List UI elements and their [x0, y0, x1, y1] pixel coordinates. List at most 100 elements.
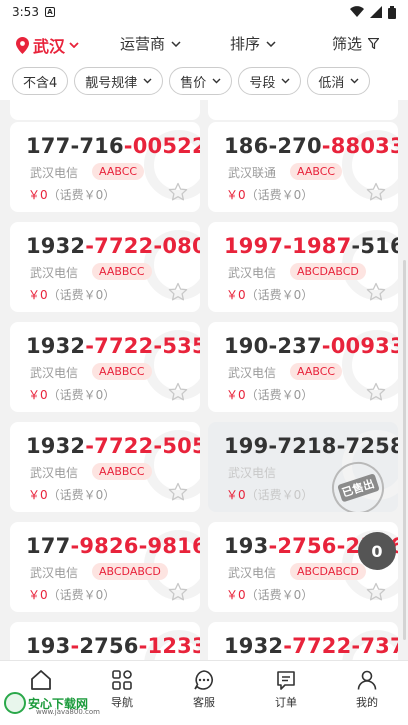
nav-label: 订单 [275, 696, 297, 709]
filter-menu[interactable]: 筛选 [332, 33, 380, 54]
carrier-label: 武汉电信 [30, 166, 79, 180]
carrier-menu[interactable]: 运营商 [120, 33, 181, 54]
favorite-star-icon[interactable] [168, 182, 188, 206]
number-card[interactable]: 177-716-00522 武汉电信 AABCC ￥0（话费￥0） [10, 122, 200, 212]
phone-number-part: 1932 [26, 234, 86, 258]
watermark-logo-icon [4, 692, 26, 714]
number-card[interactable]: 186-270-88033 武汉联通 AABCC ￥0（话费￥0） [208, 122, 398, 212]
chevron-down-icon [212, 78, 221, 84]
phone-number-part: 00933 [330, 334, 398, 358]
phone-number-part: 199-7218-7258 [224, 434, 398, 458]
nav-home[interactable] [11, 669, 71, 694]
city-name: 武汉 [33, 37, 66, 56]
nav-orders[interactable]: 订单 [256, 669, 316, 710]
phone-number: 1997-1987-516 [224, 234, 398, 258]
nav-profile[interactable]: 我的 [337, 669, 397, 710]
phone-number-part: 237 [277, 334, 322, 358]
chip-label: 不含4 [23, 75, 58, 91]
number-card[interactable]: 1932-7722-505 武汉电信 AABBCC ￥0（话费￥0） [10, 422, 200, 512]
number-card[interactable]: 193-2756-1233 [10, 622, 200, 660]
phone-number-part: 270 [277, 134, 322, 158]
notification-a-icon: A [44, 7, 55, 17]
favorite-star-icon[interactable] [366, 282, 386, 306]
number-card-sold[interactable]: 199-7218-7258 武汉电信 ￥0（话费￥0） 已售出 [208, 422, 398, 512]
status-time: 3:53 [12, 5, 39, 19]
nav-service[interactable]: 客服 [174, 669, 234, 710]
phone-number-part: 7722 [292, 634, 352, 658]
chip-no-four[interactable]: 不含4 [12, 67, 69, 95]
phone-number-part: - [138, 634, 148, 658]
phone-credit: （话费￥0） [47, 288, 116, 302]
number-card[interactable]: 177-9826-9816 武汉电信 ABCDABCD ￥0（话费￥0） [10, 522, 200, 612]
number-card[interactable]: 1932-7722-737 [208, 622, 398, 660]
user-icon [357, 670, 377, 690]
floating-action-button[interactable]: 0 [358, 532, 396, 570]
chip-label: 靓号规律 [85, 75, 138, 91]
price-value: ￥0 [28, 288, 48, 302]
nav-label: 我的 [356, 696, 378, 709]
phone-number-part: - [85, 234, 95, 258]
home-icon [31, 670, 51, 690]
favorite-star-icon[interactable] [168, 282, 188, 306]
favorite-star-icon[interactable] [168, 482, 188, 506]
phone-number-part: 1932 [26, 434, 86, 458]
chip-price[interactable]: 售价 [169, 67, 233, 95]
price-line: ￥0（话费￥0） [28, 386, 115, 403]
phone-credit: （话费￥0） [245, 388, 314, 402]
phone-number: 186-270-88033 [224, 134, 398, 158]
phone-number-part: - [351, 634, 361, 658]
phone-number-part: 7722 [94, 234, 154, 258]
price-line: ￥0（话费￥0） [226, 486, 313, 503]
top-filter-bar: 武汉 运营商 排序 筛选 [0, 24, 408, 62]
phone-number-part: 716 [79, 134, 124, 158]
price-line: ￥0（话费￥0） [226, 186, 313, 203]
phone-number-part: - [153, 334, 163, 358]
phone-number-part: 88033 [330, 134, 398, 158]
phone-number-part: - [336, 534, 346, 558]
phone-number-part: 177 [26, 134, 71, 158]
phone-number-part: - [153, 234, 163, 258]
funnel-icon [368, 38, 380, 49]
number-card[interactable]: 1997-1987-516 武汉电信 ABCDABCD ￥0（话费￥0） [208, 222, 398, 312]
carrier-label: 武汉电信 [228, 566, 277, 580]
chip-min-spend[interactable]: 低消 [307, 67, 371, 95]
carrier-label: 武汉电信 [30, 466, 79, 480]
favorite-star-icon[interactable] [366, 582, 386, 606]
phone-number-part: - [283, 634, 293, 658]
pattern-tag: AABCC [290, 163, 343, 180]
sort-menu-label: 排序 [230, 35, 261, 53]
phone-credit: （话费￥0） [245, 488, 314, 502]
chip-pattern[interactable]: 靓号规律 [74, 67, 164, 95]
price-value: ￥0 [226, 588, 246, 602]
phone-number-part: - [321, 334, 331, 358]
phone-number-part: 080 [162, 234, 200, 258]
phone-number-part: 516 [360, 234, 398, 258]
phone-credit: （话费￥0） [245, 588, 314, 602]
number-grid: 177-716-00522 武汉电信 AABCC ￥0（话费￥0） 186-270-88… [0, 100, 408, 660]
chip-segment[interactable]: 号段 [238, 67, 302, 95]
phone-number-part: - [85, 334, 95, 358]
scrollbar[interactable] [403, 260, 406, 640]
nav-guide[interactable]: 导航 [92, 669, 152, 710]
number-card[interactable]: 190-237-00933 武汉电信 AABCC ￥0（话费￥0） [208, 322, 398, 412]
favorite-star-icon[interactable] [168, 382, 188, 406]
price-value: ￥0 [226, 188, 246, 202]
number-card[interactable]: 1932-7722-535 武汉电信 AABBCC ￥0（话费￥0） [10, 322, 200, 412]
phone-number-part: - [123, 134, 133, 158]
city-selector[interactable]: 武汉 [16, 33, 83, 57]
carrier-label: 武汉联通 [228, 166, 277, 180]
phone-credit: （话费￥0） [47, 488, 116, 502]
sold-stamp-label: 已售出 [336, 473, 380, 503]
price-value: ￥0 [28, 188, 48, 202]
price-line: ￥0（话费￥0） [226, 386, 313, 403]
number-card[interactable]: 1932-7722-080 武汉电信 AABBCC ￥0（话费￥0） [10, 222, 200, 312]
phone-number-part: 193 [224, 534, 269, 558]
sort-menu[interactable]: 排序 [230, 33, 276, 54]
favorite-star-icon[interactable] [366, 182, 386, 206]
phone-number-part: 2756 [277, 534, 337, 558]
phone-number-part: 193 [26, 634, 71, 658]
pattern-tag: AABCC [290, 363, 343, 380]
carrier-label: 武汉电信 [30, 566, 79, 580]
favorite-star-icon[interactable] [366, 382, 386, 406]
favorite-star-icon[interactable] [168, 582, 188, 606]
